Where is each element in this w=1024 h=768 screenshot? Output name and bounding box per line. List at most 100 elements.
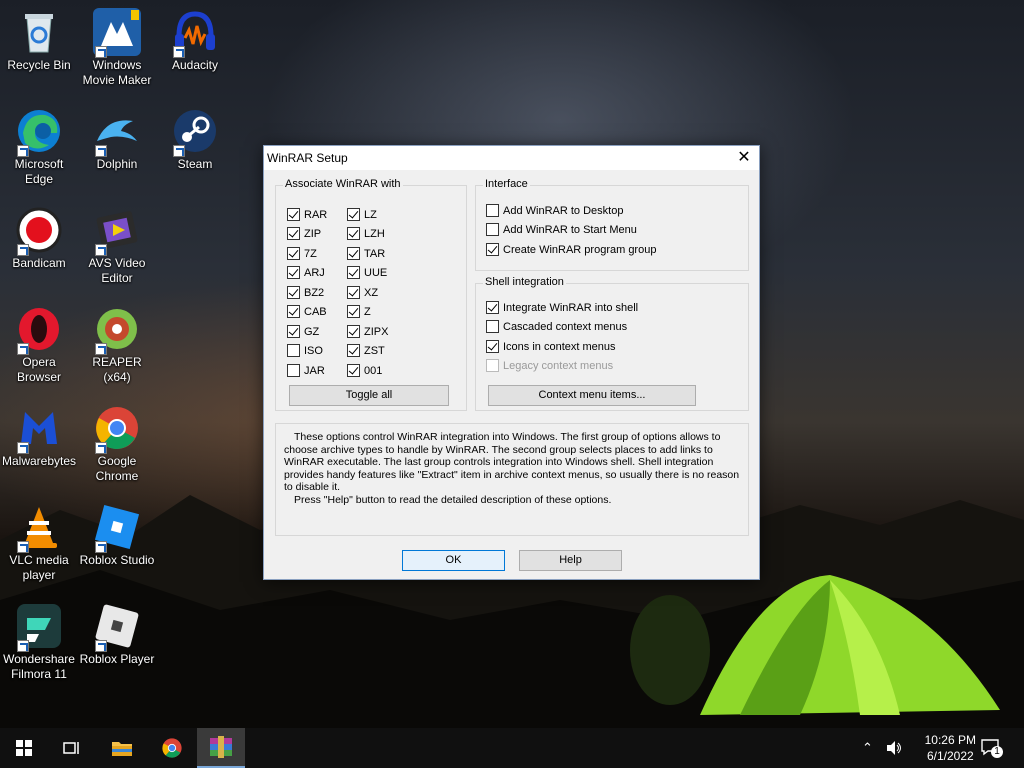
taskbar-google-chrome[interactable] <box>148 728 196 768</box>
checkbox-box[interactable] <box>287 325 300 338</box>
checkbox-lz[interactable]: LZ <box>347 208 377 221</box>
checkbox-box[interactable] <box>347 344 360 357</box>
checkbox-box[interactable] <box>486 320 499 333</box>
checkbox-box[interactable] <box>287 247 300 260</box>
desktop-icon-microsoft-edge[interactable]: Microsoft Edge <box>0 107 78 187</box>
ok-button[interactable]: OK <box>402 550 505 571</box>
checkbox-cab[interactable]: CAB <box>287 305 327 318</box>
task-view-icon <box>63 742 79 754</box>
checkbox-tar[interactable]: TAR <box>347 247 385 260</box>
desktop-icon-label: VLC media player <box>9 553 69 582</box>
checkbox-label: ISO <box>304 344 323 357</box>
checkbox-label: LZH <box>364 227 385 240</box>
show-hidden-icons-icon[interactable]: ⌃ <box>862 740 873 756</box>
desktop-icon-bandicam[interactable]: Bandicam <box>0 206 78 271</box>
clock[interactable]: 10:26 PM 6/1/2022 <box>925 732 976 764</box>
context-menu-items-button[interactable]: Context menu items... <box>488 385 696 406</box>
checkbox-box[interactable] <box>347 364 360 377</box>
desktop-icon-roblox-player[interactable]: Roblox Player <box>78 602 156 667</box>
desktop-icon-roblox-studio[interactable]: Roblox Studio <box>78 503 156 568</box>
checkbox-label: UUE <box>364 266 388 279</box>
desktop-icon-label: Steam <box>177 157 213 171</box>
checkbox-uue[interactable]: UUE <box>347 266 387 279</box>
checkbox-bz2[interactable]: BZ2 <box>287 286 324 299</box>
checkbox-box[interactable] <box>486 301 499 314</box>
checkbox-create-program-group[interactable]: Create WinRAR program group <box>486 243 656 256</box>
desktop-icon-label: Malwarebytes <box>1 454 77 468</box>
checkbox-box[interactable] <box>287 364 300 377</box>
volume-icon[interactable] <box>885 740 903 756</box>
checkbox-box[interactable] <box>347 286 360 299</box>
desktop-icon-wondershare-filmora[interactable]: Wondershare Filmora 11 <box>0 602 78 682</box>
checkbox-box[interactable] <box>347 266 360 279</box>
checkbox-box[interactable] <box>486 223 499 236</box>
taskbar-winrar[interactable] <box>197 728 245 768</box>
recycle-bin-icon <box>15 8 63 56</box>
checkbox-label: Add WinRAR to Desktop <box>503 204 624 217</box>
checkbox-lzh[interactable]: LZH <box>347 227 385 240</box>
checkbox-zip[interactable]: ZIP <box>287 227 321 240</box>
desktop-icon-vlc[interactable]: VLC media player <box>0 503 78 583</box>
google-chrome-icon <box>162 738 182 758</box>
winrar-icon <box>210 736 232 758</box>
desktop-icon-opera-browser[interactable]: Opera Browser <box>0 305 78 385</box>
roblox-studio-icon <box>93 503 141 553</box>
checkbox-box[interactable] <box>486 243 499 256</box>
taskbar-file-explorer[interactable] <box>98 728 146 768</box>
checkbox-7z[interactable]: 7Z <box>287 247 317 260</box>
checkbox-box[interactable] <box>347 208 360 221</box>
vlc-icon <box>15 503 63 553</box>
checkbox-integrate-into-shell[interactable]: Integrate WinRAR into shell <box>486 301 638 314</box>
dialog-titlebar[interactable]: WinRAR Setup ✕ <box>264 146 759 170</box>
desktop-icon-steam[interactable]: Steam <box>156 107 234 172</box>
checkbox-box[interactable] <box>287 305 300 318</box>
desktop-icon-avs-video-editor[interactable]: AVS Video Editor <box>78 206 156 286</box>
desktop-icon-windows-movie-maker[interactable]: Windows Movie Maker <box>78 8 156 88</box>
checkbox-z[interactable]: Z <box>347 305 371 318</box>
checkbox-box[interactable] <box>347 247 360 260</box>
checkbox-label: Add WinRAR to Start Menu <box>503 223 637 236</box>
checkbox-label: ZIPX <box>364 325 389 338</box>
checkbox-box[interactable] <box>486 340 499 353</box>
start-button[interactable] <box>0 728 48 768</box>
close-icon[interactable]: ✕ <box>729 146 759 170</box>
desktop-icon-recycle-bin[interactable]: Recycle Bin <box>0 8 78 73</box>
task-view-button[interactable] <box>48 728 96 768</box>
checkbox-box[interactable] <box>287 208 300 221</box>
desktop-icon-audacity[interactable]: Audacity <box>156 8 234 73</box>
shell-integration-group: Shell integration Integrate WinRAR into … <box>475 276 749 411</box>
checkbox-gz[interactable]: GZ <box>287 325 319 338</box>
checkbox-zipx[interactable]: ZIPX <box>347 325 388 338</box>
toggle-all-button[interactable]: Toggle all <box>289 385 449 406</box>
checkbox-arj[interactable]: ARJ <box>287 266 325 279</box>
checkbox-iso[interactable]: ISO <box>287 344 323 357</box>
desktop-icon-google-chrome[interactable]: Google Chrome <box>78 404 156 484</box>
checkbox-cascaded-context-menus[interactable]: Cascaded context menus <box>486 320 627 333</box>
desktop-icon-malwarebytes[interactable]: Malwarebytes <box>0 404 78 469</box>
checkbox-box[interactable] <box>347 305 360 318</box>
checkbox-icons-in-context-menus[interactable]: Icons in context menus <box>486 340 616 353</box>
checkbox-xz[interactable]: XZ <box>347 286 378 299</box>
desktop-icon-reaper[interactable]: REAPER (x64) <box>78 305 156 385</box>
checkbox-001[interactable]: 001 <box>347 364 382 377</box>
checkbox-box <box>486 359 499 372</box>
desktop-icon-label: Roblox Player <box>79 652 155 666</box>
checkbox-add-to-start-menu[interactable]: Add WinRAR to Start Menu <box>486 223 637 236</box>
checkbox-add-to-desktop[interactable]: Add WinRAR to Desktop <box>486 204 623 217</box>
checkbox-zst[interactable]: ZST <box>347 344 385 357</box>
checkbox-jar[interactable]: JAR <box>287 364 325 377</box>
checkbox-box[interactable] <box>287 286 300 299</box>
checkbox-box[interactable] <box>287 266 300 279</box>
checkbox-box[interactable] <box>287 227 300 240</box>
checkbox-box[interactable] <box>486 204 499 217</box>
checkbox-rar[interactable]: RAR <box>287 208 327 221</box>
notification-center-button[interactable]: 1 <box>980 738 1003 758</box>
checkbox-box[interactable] <box>287 344 300 357</box>
help-button[interactable]: Help <box>519 550 622 571</box>
checkbox-box[interactable] <box>347 325 360 338</box>
windows-movie-maker-icon <box>93 8 141 58</box>
desktop-icon-dolphin[interactable]: Dolphin <box>78 107 156 172</box>
checkbox-box[interactable] <box>347 227 360 240</box>
dolphin-icon <box>93 107 141 157</box>
notification-badge: 1 <box>991 746 1003 758</box>
